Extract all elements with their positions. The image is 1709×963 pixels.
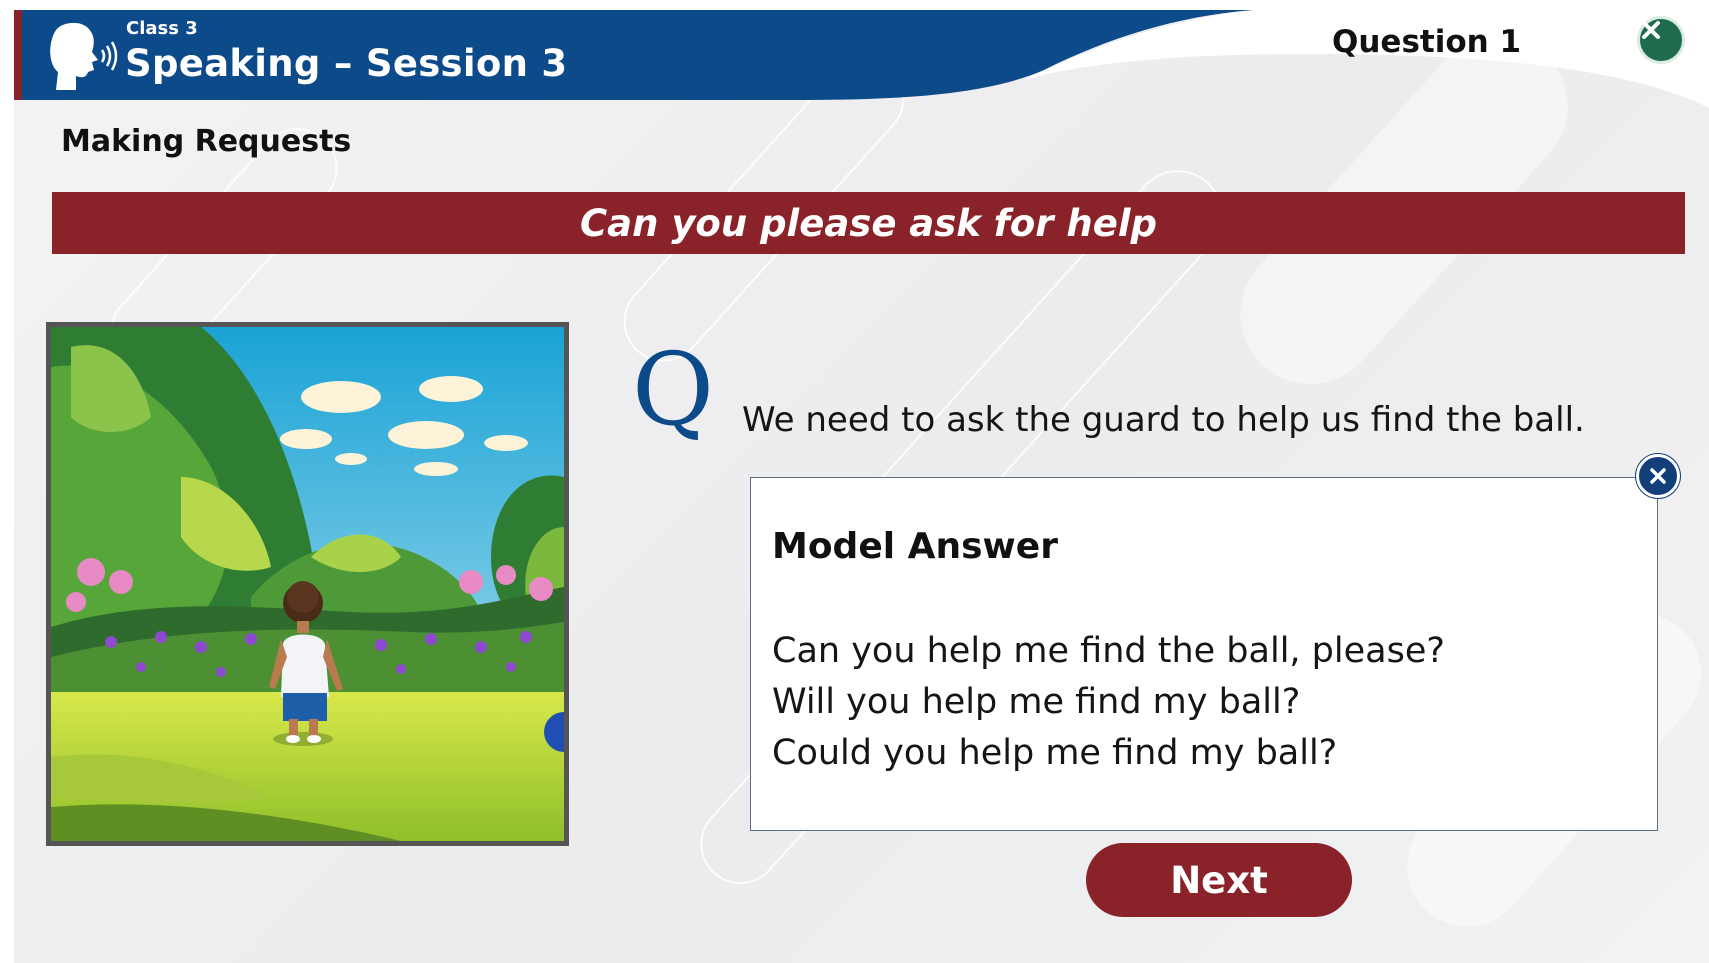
model-answer-line: Can you help me find the ball, please?	[772, 631, 1445, 671]
question-text: We need to ask the guard to help us find…	[742, 400, 1585, 440]
next-button[interactable]: Next	[1086, 843, 1352, 917]
close-lesson-button[interactable]	[1637, 16, 1685, 64]
prompt-banner-text: Can you please ask for help	[579, 201, 1158, 245]
close-icon	[1650, 468, 1666, 484]
model-answer-line: Will you help me find my ball?	[772, 682, 1301, 722]
scene-picture-frame	[46, 322, 569, 846]
model-answer-line: Could you help me find my ball?	[772, 733, 1338, 773]
question-marker-icon: Q	[632, 331, 714, 448]
model-answer-panel: Model Answer Can you help me find the ba…	[750, 477, 1658, 831]
model-answer-list: Can you help me find the ball, please? W…	[772, 626, 1445, 779]
close-model-answer-button[interactable]	[1636, 454, 1680, 498]
topic-heading: Making Requests	[61, 124, 352, 159]
question-number-label: Question 1	[1332, 24, 1522, 60]
close-icon	[1642, 21, 1660, 39]
class-label: Class 3	[126, 18, 198, 39]
speaking-head-icon	[40, 20, 130, 94]
header-bar: Class 3 Speaking – Session 3 Question 1	[14, 10, 1709, 110]
prompt-banner: Can you please ask for help	[52, 192, 1685, 254]
lesson-stage: Class 3 Speaking – Session 3 Question 1 …	[14, 10, 1709, 963]
boy-in-garden-illustration	[51, 327, 564, 841]
model-answer-title: Model Answer	[772, 526, 1058, 567]
session-title: Speaking – Session 3	[125, 42, 568, 85]
